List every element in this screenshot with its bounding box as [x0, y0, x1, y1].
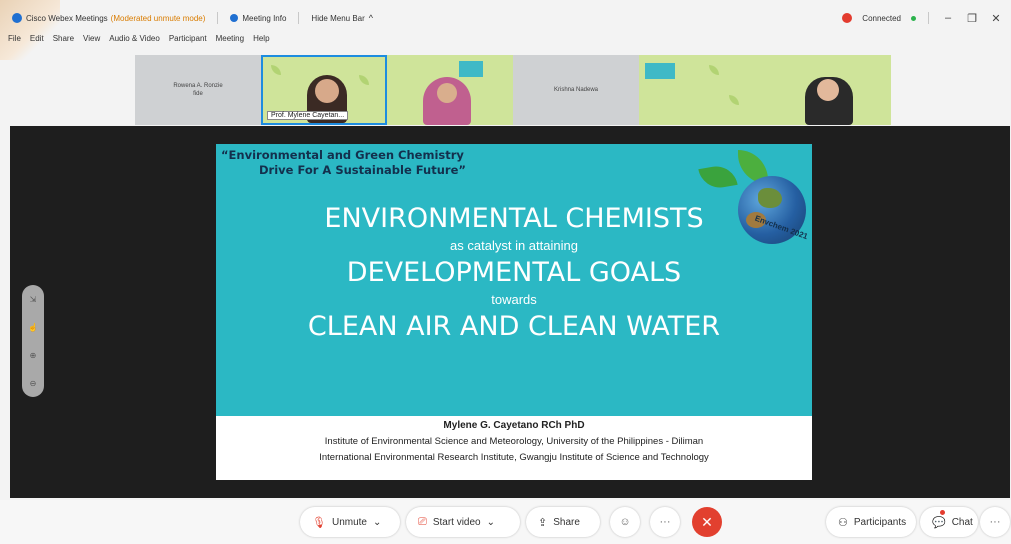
app-title: Cisco Webex Meetings [26, 13, 108, 23]
more-options-button[interactable]: ··· [650, 507, 680, 537]
title-bar: Cisco Webex Meetings (Moderated unmute m… [0, 6, 1011, 30]
menu-help[interactable]: Help [253, 34, 269, 50]
participant-tile[interactable] [765, 55, 891, 125]
leave-meeting-button[interactable]: ✕ [692, 507, 722, 537]
fit-icon[interactable]: ⇲ [30, 295, 37, 304]
leaf-decoration [271, 65, 281, 75]
meeting-info-icon [230, 14, 239, 22]
slide-line-3: DEVELOPMENTAL GOALS [346, 257, 682, 288]
slide-body: ENVIRONMENTAL CHEMISTS as catalyst in at… [216, 202, 812, 344]
pointer-icon[interactable]: ☝ [28, 323, 38, 332]
participants-button[interactable]: ⚇ Participants [826, 507, 916, 537]
chat-icon: 💬 [932, 516, 946, 529]
meeting-toolbar: 🎙 Unmute ⌄ ⎚ Start video ⌄ ⇪ Share ☺ ···… [0, 500, 1011, 544]
participant-tile[interactable]: Krishna Nadewa [513, 55, 639, 125]
leaf-decoration [709, 65, 719, 75]
separator [217, 12, 219, 24]
participant-strip: Rowena A. Ronzie fide Prof. Mylene Cayet… [135, 55, 891, 125]
participant-tile[interactable] [387, 55, 513, 125]
slide-header-line2: Drive For A Sustainable Future” [259, 163, 466, 177]
unmute-mode-label: (Moderated unmute mode) [110, 13, 206, 23]
chat-button[interactable]: 💬 Chat [920, 507, 978, 537]
presentation-slide: “Environmental and Green Chemistry Drive… [216, 144, 812, 416]
share-button[interactable]: ⇪ Share [526, 507, 600, 537]
menu-meeting[interactable]: Meeting [216, 34, 244, 50]
menu-file[interactable]: File [8, 34, 21, 50]
reactions-button[interactable]: ☺ [610, 507, 640, 537]
chat-label: Chat [951, 516, 973, 528]
chat-badge [940, 510, 945, 515]
share-icon: ⇪ [538, 516, 548, 529]
menu-audio-video[interactable]: Audio & Video [109, 34, 160, 50]
minimize-icon[interactable]: – [941, 12, 955, 24]
participant-tile[interactable]: Rowena A. Ronzie fide [135, 55, 261, 125]
slide-line-1: ENVIRONMENTAL CHEMISTS [324, 203, 704, 234]
menu-edit[interactable]: Edit [30, 34, 44, 50]
participant-face [315, 79, 339, 103]
slide-thumbnail [645, 63, 675, 79]
zoom-controls: ⇲ ☝ ⊕ ⊖ [22, 285, 44, 397]
start-video-label: Start video [432, 516, 481, 528]
participant-tile-selected[interactable]: Prof. Mylene Cayetan... [261, 55, 387, 125]
participant-tile[interactable] [639, 55, 765, 125]
chevron-down-icon[interactable]: ⌄ [487, 517, 495, 528]
unmute-label: Unmute [331, 516, 367, 528]
slide-line-4: towards [491, 292, 537, 307]
chevron-down-icon[interactable]: ⌄ [373, 517, 381, 528]
participant-subtitle: fide [193, 91, 203, 97]
connection-status[interactable]: Connected [862, 14, 901, 23]
zoom-out-icon[interactable]: ⊖ [30, 379, 37, 388]
menu-view[interactable]: View [83, 34, 100, 50]
participant-name: Rowena A. Ronzie [173, 83, 223, 89]
connection-icon [842, 13, 853, 23]
slide-thumbnail [459, 61, 483, 77]
zoom-in-icon[interactable]: ⊕ [30, 351, 37, 360]
webex-logo-icon [12, 13, 22, 23]
affiliation-2: International Environmental Research Ins… [319, 452, 709, 463]
leaf-icon [698, 163, 738, 191]
slide-header-line1: “Environmental and Green Chemistry [221, 148, 464, 162]
presenter-name: Mylene G. Cayetano RCh PhD [443, 420, 585, 431]
separator [298, 12, 300, 24]
unmute-button[interactable]: 🎙 Unmute ⌄ [300, 507, 400, 537]
affiliation-1: Institute of Environmental Science and M… [324, 436, 704, 447]
smiley-icon: ☺ [619, 516, 631, 528]
participant-face [817, 79, 839, 101]
participants-label: Participants [853, 516, 907, 528]
close-icon: ✕ [701, 513, 713, 530]
more-panels-button[interactable]: ··· [980, 507, 1010, 537]
leaf-decoration [729, 95, 739, 105]
hide-menu-bar-button[interactable]: Hide Menu Bar [311, 14, 364, 23]
meeting-info-button[interactable]: Meeting Info [242, 14, 286, 23]
share-label: Share [553, 516, 580, 528]
chevron-up-icon[interactable]: ^ [369, 13, 373, 23]
slide-line-5: CLEAN AIR AND CLEAN WATER [307, 311, 721, 342]
connected-dot-icon [911, 15, 916, 21]
person-icon: ⚇ [838, 516, 848, 529]
slide-header: “Environmental and Green Chemistry Drive… [221, 148, 466, 178]
restore-icon[interactable]: ❐ [965, 12, 979, 25]
menu-participant[interactable]: Participant [169, 34, 207, 50]
microphone-muted-icon: 🎙 [312, 516, 326, 529]
more-icon: ··· [659, 516, 671, 528]
menu-share[interactable]: Share [53, 34, 74, 50]
video-off-icon: ⎚ [418, 515, 427, 528]
participant-name-label: Prof. Mylene Cayetan... [267, 111, 349, 120]
menu-bar: File Edit Share View Audio & Video Parti… [8, 34, 270, 50]
close-icon[interactable]: ✕ [989, 12, 1003, 25]
separator [928, 12, 929, 24]
participant-face [437, 83, 457, 103]
participant-name: Krishna Nadewa [553, 87, 599, 93]
slide-credits: Mylene G. Cayetano RCh PhD Institute of … [216, 416, 812, 480]
more-icon: ··· [989, 516, 1001, 528]
leaf-decoration [359, 75, 369, 85]
slide-line-2: as catalyst in attaining [450, 238, 578, 253]
start-video-button[interactable]: ⎚ Start video ⌄ [406, 507, 520, 537]
